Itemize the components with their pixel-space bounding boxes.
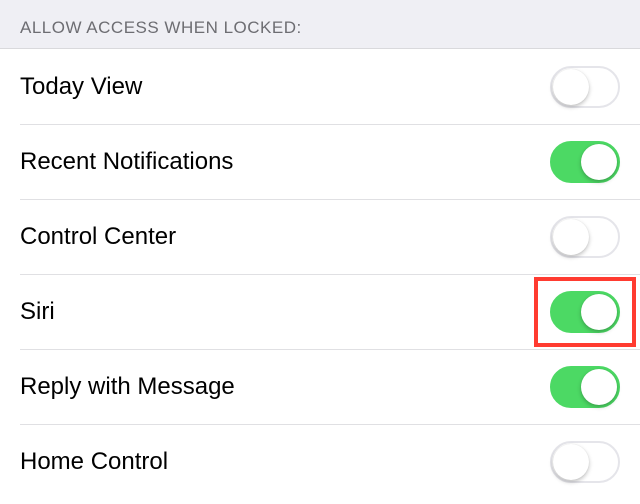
row-label: Control Center — [20, 223, 176, 251]
settings-row: Control Center — [0, 199, 640, 274]
toggle-switch[interactable] — [550, 66, 620, 108]
toggle-knob — [581, 144, 617, 180]
settings-row: Today View — [0, 49, 640, 124]
toggle-knob — [553, 219, 589, 255]
toggle-switch[interactable] — [550, 441, 620, 483]
row-label: Siri — [20, 298, 55, 326]
toggle-switch[interactable] — [550, 366, 620, 408]
row-label: Reply with Message — [20, 373, 235, 401]
settings-list: Today View Recent Notifications Control Ce… — [0, 49, 640, 499]
toggle-knob — [553, 69, 589, 105]
toggle-switch[interactable] — [550, 141, 620, 183]
settings-row: Reply with Message — [0, 349, 640, 424]
settings-row: Siri — [0, 274, 640, 349]
toggle-switch[interactable] — [550, 291, 620, 333]
toggle-knob — [581, 369, 617, 405]
toggle-knob — [553, 444, 589, 480]
toggle-knob — [581, 294, 617, 330]
settings-row: Recent Notifications — [0, 124, 640, 199]
section-header: ALLOW ACCESS WHEN LOCKED: — [0, 0, 640, 49]
toggle-switch[interactable] — [550, 216, 620, 258]
settings-row: Home Control — [0, 424, 640, 499]
row-label: Today View — [20, 73, 142, 101]
row-label: Recent Notifications — [20, 148, 233, 176]
row-label: Home Control — [20, 448, 168, 476]
